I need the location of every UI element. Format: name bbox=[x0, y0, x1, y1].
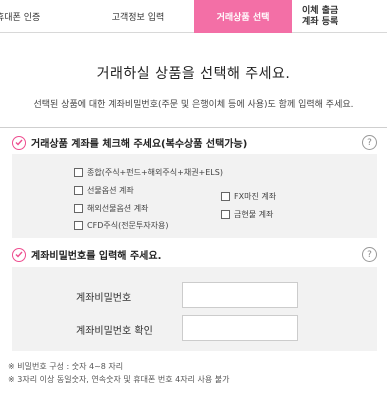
tab-customer-info[interactable]: 고객정보 입력 bbox=[82, 0, 194, 33]
option-label: CFD주식(전문투자자용) bbox=[87, 221, 169, 230]
divider bbox=[0, 127, 387, 128]
checkbox[interactable] bbox=[221, 210, 230, 219]
option-fx-margin[interactable]: FX마진 계좌 bbox=[221, 191, 276, 202]
checkbox[interactable] bbox=[74, 168, 83, 177]
tab-product-select[interactable]: 거래상품 선택 bbox=[194, 0, 292, 33]
section-title-text: 계좌비밀번호를 입력해 주세요. bbox=[31, 251, 162, 262]
option-label: 종합(주식+펀드+해외주식+채권+ELS) bbox=[87, 168, 223, 177]
option-label: 해외선물옵션 계좌 bbox=[87, 204, 149, 213]
option-futures[interactable]: 선물옵션 계좌 bbox=[74, 185, 134, 196]
check-circle-icon bbox=[12, 135, 26, 150]
tab-phone-verification[interactable]: 휴대폰 인증 bbox=[0, 0, 82, 33]
help-icon[interactable]: ? bbox=[362, 247, 377, 262]
password-label: 계좌비밀번호 bbox=[76, 293, 132, 304]
checkbox[interactable] bbox=[221, 192, 230, 201]
product-options-box: 종합(주식+펀드+해외주식+채권+ELS) 선물옵션 계좌 해외선물옵션 계좌 … bbox=[12, 154, 377, 238]
page-description: 선택된 상품에 대한 계좌비밀번호(주문 및 은행이체 등에 사용)도 함께 입… bbox=[33, 100, 354, 110]
option-cfd[interactable]: CFD주식(전문투자자용) bbox=[74, 220, 168, 231]
password-confirm-input[interactable] bbox=[182, 315, 298, 341]
tab-label-line2: 계좌 등록 bbox=[302, 16, 339, 27]
checkbox[interactable] bbox=[74, 186, 83, 195]
section-product-title: 거래상품 계좌를 체크해 주세요(복수상품 선택가능) bbox=[12, 135, 247, 150]
option-label: FX마진 계좌 bbox=[234, 192, 277, 201]
option-gold[interactable]: 금현물 계좌 bbox=[221, 209, 273, 220]
tab-label-line1: 이체 출금 bbox=[302, 5, 339, 16]
tab-transfer-account[interactable]: 이체 출금 계좌 등록 bbox=[292, 0, 387, 33]
checkbox[interactable] bbox=[74, 221, 83, 230]
step-tabs: 휴대폰 인증 고객정보 입력 거래상품 선택 이체 출금 계좌 등록 bbox=[0, 0, 387, 33]
section-password-title: 계좌비밀번호를 입력해 주세요. bbox=[12, 247, 161, 262]
option-label: 선물옵션 계좌 bbox=[87, 186, 134, 195]
password-rule-note: ※ 비밀번호 구성 : 숫자 4~8 자리 bbox=[8, 362, 124, 371]
tab-label: 거래상품 선택 bbox=[216, 13, 270, 23]
password-box: 계좌비밀번호 계좌비밀번호 확인 bbox=[12, 267, 377, 351]
section-title-text: 거래상품 계좌를 체크해 주세요(복수상품 선택가능) bbox=[31, 139, 248, 150]
page-title: 거래하실 상품을 선택해 주세요. bbox=[96, 66, 291, 82]
password-restriction-note: ※ 3자리 이상 동일숫자, 연속숫자 및 휴대폰 번호 4자리 사용 불가 bbox=[8, 375, 230, 384]
option-comprehensive[interactable]: 종합(주식+펀드+해외주식+채권+ELS) bbox=[74, 167, 223, 178]
help-icon[interactable]: ? bbox=[362, 135, 377, 150]
checkbox[interactable] bbox=[74, 204, 83, 213]
tab-label: 휴대폰 인증 bbox=[0, 13, 41, 23]
tab-label: 고객정보 입력 bbox=[111, 13, 165, 23]
option-label: 금현물 계좌 bbox=[234, 210, 274, 219]
password-confirm-label: 계좌비밀번호 확인 bbox=[76, 326, 153, 337]
password-input[interactable] bbox=[182, 282, 298, 308]
option-overseas-futures[interactable]: 해외선물옵션 계좌 bbox=[74, 203, 148, 214]
check-circle-icon bbox=[12, 247, 26, 262]
